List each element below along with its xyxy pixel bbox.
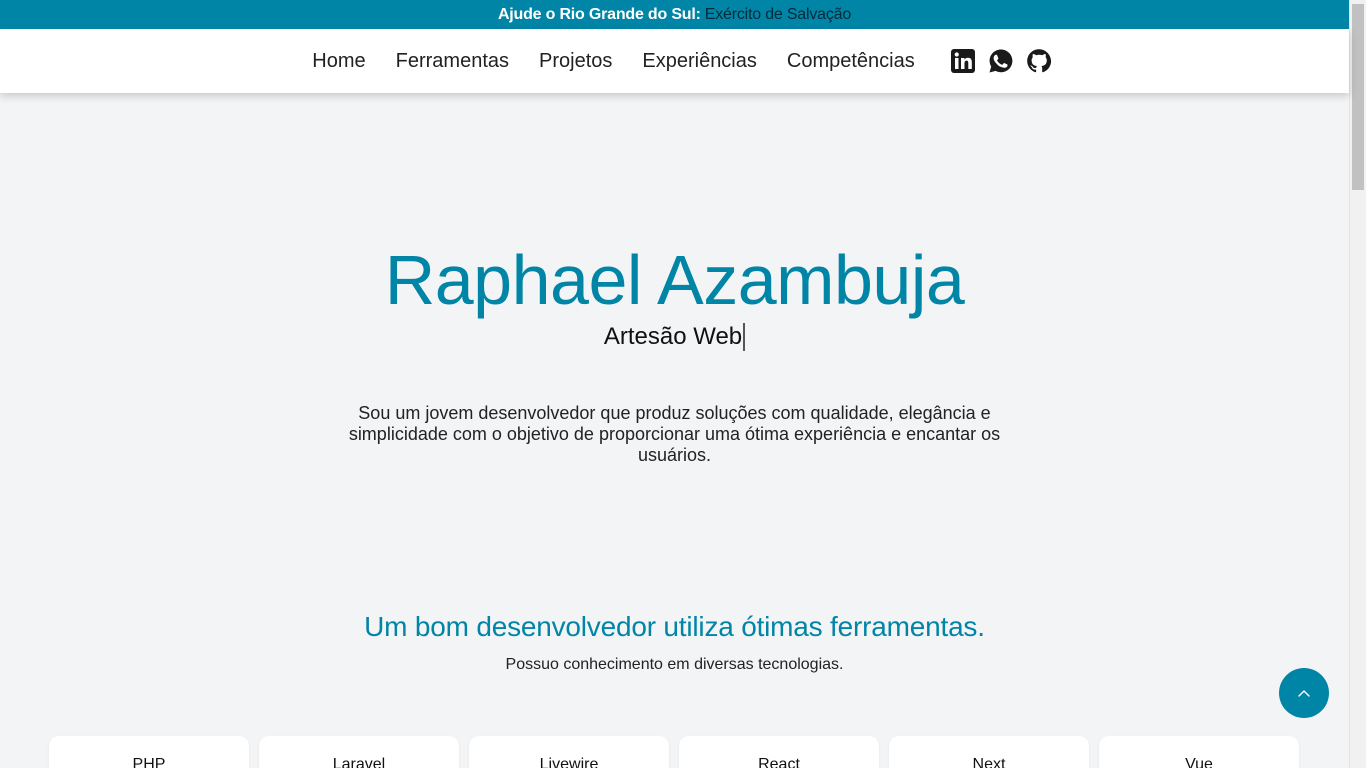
tool-card-next[interactable]: Next — [889, 736, 1089, 768]
nav-ferramentas[interactable]: Ferramentas — [381, 50, 524, 73]
announcement-link[interactable]: Exército de Salvação — [705, 6, 852, 24]
tool-card-vue[interactable]: Vue — [1099, 736, 1299, 768]
chevron-up-icon — [1298, 690, 1310, 697]
nav-experiencias[interactable]: Experiências — [627, 50, 772, 73]
tool-card-php[interactable]: PHP — [49, 736, 249, 768]
page: Ajude o Rio Grande do Sul: Exército de S… — [0, 0, 1349, 768]
tool-card-laravel[interactable]: Laravel — [259, 736, 459, 768]
tools-title: Um bom desenvolvedor utiliza ótimas ferr… — [364, 611, 985, 642]
nav-home[interactable]: Home — [297, 50, 380, 73]
github-icon[interactable] — [1026, 48, 1052, 74]
hero-description: Sou um jovem desenvolvedor que produz so… — [348, 403, 1001, 465]
announcement-bar: Ajude o Rio Grande do Sul: Exército de S… — [0, 0, 1349, 29]
hero-role: Artesão Web — [604, 323, 746, 351]
navbar: Home Ferramentas Projetos Experiências C… — [0, 29, 1349, 93]
announcement-text: Ajude o Rio Grande do Sul: — [497, 5, 701, 23]
page-scrollbar[interactable] — [1349, 0, 1366, 768]
linkedin-icon[interactable] — [950, 48, 976, 74]
nav-projetos[interactable]: Projetos — [524, 50, 627, 73]
whatsapp-icon[interactable] — [988, 48, 1014, 74]
scrollbar-thumb[interactable] — [1352, 4, 1364, 190]
tool-card-react[interactable]: React — [679, 736, 879, 768]
nav-links: Home Ferramentas Projetos Experiências C… — [297, 50, 929, 73]
social-links — [950, 48, 1052, 74]
tools-section: Um bom desenvolvedor utiliza ótimas ferr… — [0, 611, 1349, 674]
back-to-top-button[interactable] — [1279, 668, 1329, 718]
hero-section: Raphael Azambuja Artesão Web Sou um jove… — [0, 93, 1349, 466]
tools-list: PHP Laravel Livewire React Next Vue — [49, 736, 1299, 768]
tools-subtitle: Possuo conhecimento em diversas tecnolog… — [505, 656, 844, 673]
hero-name: Raphael Azambuja — [384, 241, 965, 319]
nav-competencias[interactable]: Competências — [772, 50, 930, 73]
tool-card-livewire[interactable]: Livewire — [469, 736, 669, 768]
